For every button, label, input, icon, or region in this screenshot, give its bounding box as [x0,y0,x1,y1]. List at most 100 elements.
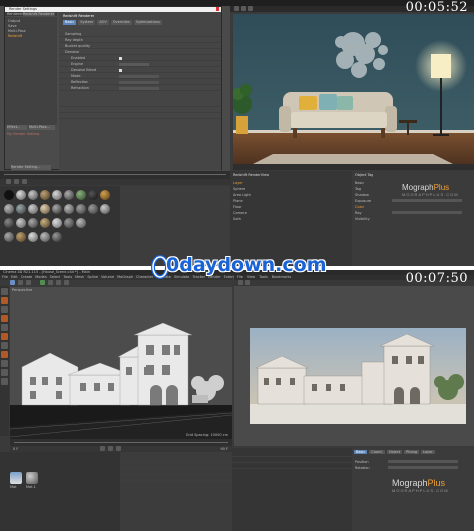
material-swatch[interactable] [40,204,50,214]
material-swatch[interactable] [52,232,62,242]
layer-row[interactable]: Floor [233,205,242,209]
render-icon[interactable] [234,6,239,11]
rotate-tool-icon[interactable] [26,280,31,285]
row-mode[interactable]: Mode [71,74,81,78]
row-ray-depth[interactable]: Ray depth [65,38,83,42]
material-swatch[interactable] [4,232,14,242]
blend-checkbox[interactable] [119,69,122,72]
menu-mograph[interactable]: MoGraph [117,275,133,279]
attr-row[interactable]: Basic [355,181,364,185]
tab-aov[interactable]: AOV [97,20,109,25]
row-enabled[interactable]: Enabled [71,56,85,60]
attr-slider[interactable] [392,199,462,202]
layer-row[interactable]: Camera [233,211,247,215]
material-swatch[interactable] [40,190,50,200]
menu-tools[interactable]: Tools [63,275,72,279]
attr-tab[interactable]: Coord. [369,450,385,454]
material-swatch[interactable] [52,204,62,214]
tool-icon[interactable] [1,369,8,376]
settings-item-multipass[interactable]: Multi-Pass [8,29,26,33]
engine-select[interactable] [119,63,149,66]
frame-end[interactable]: 90 F [220,447,228,451]
timeline[interactable] [0,171,230,179]
material-swatch[interactable] [52,218,62,228]
stop-icon[interactable] [241,6,246,11]
tab-system[interactable]: System [78,20,96,25]
settings-item-save[interactable]: Save [8,24,17,28]
snapshot-icon[interactable] [248,6,253,11]
play-forward-icon[interactable] [116,446,121,451]
tab-basic[interactable]: Basic [63,20,77,25]
layer-row[interactable]: Plane [233,199,243,203]
tool-icon[interactable] [1,360,8,367]
cube-icon[interactable] [48,280,53,285]
material-swatch[interactable] [28,190,38,200]
renderer-row[interactable]: Renderer Redshift Renderer [5,12,57,16]
material-swatch[interactable] [64,204,74,214]
play-icon[interactable] [108,446,113,451]
tool-icon[interactable] [1,288,8,295]
tool-icon[interactable] [1,315,8,322]
material-swatch[interactable] [64,218,74,228]
material-swatch[interactable] [4,190,14,200]
render-setting-button[interactable]: Render Setting... [11,165,51,170]
settings-item-redshift[interactable]: Redshift [8,34,22,38]
scale-tool-icon[interactable] [18,280,23,285]
attr-row[interactable]: Exposure [355,199,371,203]
attr-slider[interactable] [392,211,462,214]
tool-icon[interactable] [1,378,8,385]
attr-tab[interactable]: Phong [404,450,420,454]
render-icon[interactable] [40,280,45,285]
attr-row[interactable]: Ray [355,211,362,215]
material-swatch[interactable] [16,218,26,228]
row-denoise-blend[interactable]: Denoise Blend [71,68,96,72]
layer-row[interactable]: Sphere [233,187,245,191]
menu-edit[interactable]: Edit [11,275,18,279]
material-swatch[interactable] [40,232,50,242]
material-swatch[interactable] [76,190,86,200]
material-swatch[interactable] [88,204,98,214]
material-swatch[interactable] [52,190,62,200]
row-reflection[interactable]: Reflection [71,80,88,84]
timeline[interactable] [10,439,232,446]
play-icon[interactable] [14,179,19,184]
move-tool-icon[interactable] [10,280,15,285]
play-forward-icon[interactable] [22,179,27,184]
attr-row[interactable]: Shadow [355,193,369,197]
material-swatch[interactable] [4,204,14,214]
frame-start[interactable]: 0 F [13,447,18,451]
attr-row[interactable]: Tag [355,187,361,191]
attr-tab[interactable]: Layer [421,450,435,454]
tool-icon[interactable] [1,297,8,304]
renderer-select[interactable]: Redshift Renderer [23,12,55,16]
enabled-checkbox[interactable] [119,57,122,60]
attr-field[interactable] [388,466,458,469]
reflection-slider[interactable] [119,81,159,84]
multipass-button[interactable]: Multi-Pass... [29,125,55,130]
refraction-slider[interactable] [119,87,159,90]
layer-row[interactable]: Layer [233,181,243,185]
material-swatch[interactable] [76,204,86,214]
material-swatch[interactable] [16,190,26,200]
attr-row[interactable]: Color [355,205,364,209]
close-icon[interactable] [216,7,219,11]
layer-row[interactable]: Sofa [233,217,241,221]
material-swatch[interactable] [16,204,26,214]
material-swatch[interactable] [28,232,38,242]
tool-icon[interactable] [1,333,8,340]
material-swatch[interactable] [64,190,74,200]
attr-tab[interactable]: Object [386,450,403,454]
row-refraction[interactable]: Refraction [71,86,89,90]
light-icon[interactable] [64,280,69,285]
my-render-setting[interactable]: My Render Setting [7,132,55,137]
material-swatch[interactable] [28,204,38,214]
material-swatch[interactable] [26,472,38,484]
menu-modes[interactable]: Modes [35,275,46,279]
mode-slider[interactable] [119,75,159,78]
menu-mesh[interactable]: Mesh [75,275,84,279]
settings-item-output[interactable]: Output [8,19,20,23]
material-swatch[interactable] [100,204,110,214]
material-swatch[interactable] [16,232,26,242]
material-swatch[interactable] [88,190,98,200]
layer-row[interactable]: Area Light [233,193,251,197]
